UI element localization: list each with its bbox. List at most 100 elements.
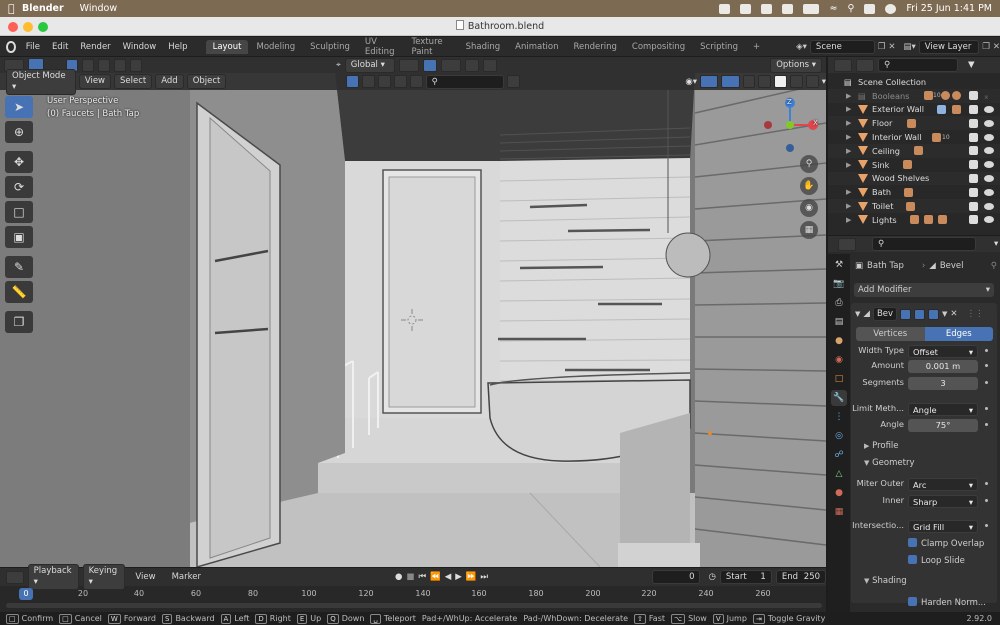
expand-arrow-icon[interactable]: ▶ xyxy=(846,188,851,196)
play-icon[interactable] xyxy=(761,3,773,14)
view-layer-icon[interactable]: ▤▾ xyxy=(903,42,915,52)
output-properties-icon[interactable]: ⎙ xyxy=(831,295,847,311)
select-mode-extend-icon[interactable] xyxy=(82,58,94,72)
start-frame-field[interactable]: Start 1 xyxy=(719,570,772,584)
battery-icon[interactable] xyxy=(803,3,820,14)
modifier-properties-wrench-icon[interactable]: 🔧 xyxy=(831,390,847,406)
angle-field[interactable]: 75° xyxy=(908,419,978,432)
measure-tool-icon[interactable]: 📏 xyxy=(5,281,33,303)
shading-wireframe-icon[interactable] xyxy=(758,75,772,88)
gizmo-z-label[interactable]: Z xyxy=(787,98,792,106)
new-view-layer-icon[interactable]: ❐ xyxy=(982,42,990,52)
scene-icon[interactable]: ◈▾ xyxy=(796,42,807,52)
exclude-checkbox[interactable] xyxy=(969,215,978,225)
tab-rendering[interactable]: Rendering xyxy=(566,40,623,54)
search-icon[interactable]: ⚲ xyxy=(847,3,854,14)
rotate-tool-icon[interactable]: ⟳ xyxy=(5,176,33,198)
eye-icon[interactable] xyxy=(984,133,994,141)
expand-arrow-icon[interactable]: ▶ xyxy=(846,202,851,210)
xray-toggle-icon[interactable] xyxy=(742,75,756,88)
control-center-icon[interactable] xyxy=(864,3,876,14)
modifier-name-input[interactable]: Bev xyxy=(872,307,897,321)
add-modifier-dropdown[interactable]: Add Modifier ▾ xyxy=(854,283,994,297)
amount-field[interactable]: 0.001 m xyxy=(908,360,978,373)
scene-properties-icon[interactable]: ● xyxy=(831,333,847,349)
scale-tool-icon[interactable]: □ xyxy=(5,201,33,223)
proportional-edit-icon[interactable] xyxy=(464,58,479,72)
object-menu[interactable]: Object xyxy=(186,74,227,89)
eye-icon[interactable] xyxy=(984,174,994,182)
annotate-tool-icon[interactable]: ✎ xyxy=(5,256,33,278)
view-layer-properties-icon[interactable]: ▤ xyxy=(831,314,847,330)
proportional-falloff-icon[interactable] xyxy=(482,58,497,72)
play-icon[interactable]: ▶ xyxy=(455,572,462,582)
eye-icon[interactable] xyxy=(984,202,994,210)
datetime[interactable]: Fri 25 Jun 1:41 PM xyxy=(906,3,992,14)
physics-properties-icon[interactable]: ◎ xyxy=(831,428,847,444)
eye-icon[interactable] xyxy=(984,161,994,169)
eye-icon[interactable] xyxy=(984,105,994,113)
exclude-checkbox[interactable] xyxy=(969,173,978,183)
timeline-scrollbar[interactable] xyxy=(6,603,822,608)
options-dropdown[interactable]: Options ▾ xyxy=(770,57,822,73)
exclude-checkbox[interactable] xyxy=(969,201,978,211)
object-mode-dropdown[interactable]: Object Mode ▾ xyxy=(6,68,76,95)
outliner-root[interactable]: ▤ Scene Collection xyxy=(828,75,1000,89)
view-menu[interactable]: View xyxy=(78,74,111,89)
end-frame-field[interactable]: End 250 xyxy=(775,570,827,584)
affect-vertices-button[interactable]: Vertices xyxy=(856,327,925,341)
marker-menu[interactable]: Marker xyxy=(166,572,207,582)
keyframe-dot-icon[interactable] xyxy=(985,423,988,426)
tab-animation[interactable]: Animation xyxy=(508,40,565,54)
exclude-checkbox[interactable] xyxy=(969,160,978,170)
shading-solid-icon[interactable] xyxy=(774,75,788,88)
tab-texture-paint[interactable]: Texture Paint xyxy=(404,35,457,59)
object-properties-icon[interactable]: □ xyxy=(831,371,847,387)
properties-editor-icon[interactable] xyxy=(838,237,856,251)
outliner-item-bath[interactable]: ▶ Bath xyxy=(828,185,1000,199)
geometry-subpanel-header[interactable]: ▼ Geometry xyxy=(864,458,984,470)
new-scene-icon[interactable]: ❐ xyxy=(878,42,886,52)
particle-properties-icon[interactable]: ⋮ xyxy=(831,409,847,425)
exclude-checkbox[interactable] xyxy=(969,187,978,197)
outliner-display-mode-icon[interactable] xyxy=(856,58,874,72)
render-properties-icon[interactable]: 📷 xyxy=(831,276,847,292)
snap-target-icon[interactable] xyxy=(440,58,461,72)
tab-uv-editing[interactable]: UV Editing xyxy=(358,35,404,59)
profile-subpanel-header[interactable]: ▶ Profile xyxy=(864,441,984,453)
tool-properties-icon[interactable]: ⚒ xyxy=(831,257,847,273)
eye-icon[interactable] xyxy=(984,119,994,127)
jump-next-keyframe-icon[interactable]: ⏩ xyxy=(466,572,477,582)
filter-mesh-icon[interactable] xyxy=(346,75,360,88)
record-icon[interactable]: ● xyxy=(395,572,402,582)
loop-slide-checkbox[interactable]: Loop Slide xyxy=(908,555,994,567)
select-menu[interactable]: Select xyxy=(114,74,153,89)
app-menu[interactable]: Blender xyxy=(22,3,64,14)
add-cube-tool-icon[interactable]: ❐ xyxy=(5,311,33,333)
tab-sculpting[interactable]: Sculpting xyxy=(303,40,357,54)
expand-arrow-icon[interactable]: ▶ xyxy=(846,92,851,100)
keyframe-dot-icon[interactable] xyxy=(985,407,988,410)
apple-icon[interactable]:  xyxy=(8,2,22,15)
remove-scene-icon[interactable]: ✕ xyxy=(888,42,895,52)
constraint-properties-icon[interactable]: ☍ xyxy=(831,447,847,463)
drag-handle-icon[interactable]: ⋮⋮ xyxy=(966,309,983,319)
current-frame-field[interactable]: 0 xyxy=(652,570,701,584)
outliner-item-interior-wall[interactable]: ▶ Interior Wall 10 xyxy=(828,130,1000,144)
add-workspace-button[interactable]: + xyxy=(746,40,767,54)
pivot-point-icon[interactable] xyxy=(398,58,419,72)
jump-prev-keyframe-icon[interactable]: ⏪ xyxy=(430,572,441,582)
transform-tool-icon[interactable]: ▣ xyxy=(5,226,33,248)
menu-window[interactable]: Window xyxy=(117,42,163,52)
viewport-display-toggle-icon[interactable] xyxy=(913,308,925,320)
intersection-type-dropdown[interactable]: Grid Fill ▾ xyxy=(908,520,978,533)
outliner-item-ceiling[interactable]: ▶ Ceiling xyxy=(828,143,1000,158)
current-frame-indicator[interactable]: 0 xyxy=(19,588,33,600)
window-menu[interactable]: Window xyxy=(80,3,117,14)
menu-edit[interactable]: Edit xyxy=(46,42,74,52)
exclude-checkbox[interactable] xyxy=(969,118,978,128)
affect-edges-button[interactable]: Edges xyxy=(924,327,993,341)
eye-icon[interactable] xyxy=(984,216,994,224)
jump-end-icon[interactable]: ⏭ xyxy=(480,572,488,582)
filter-icon[interactable]: ▼ xyxy=(968,60,975,70)
